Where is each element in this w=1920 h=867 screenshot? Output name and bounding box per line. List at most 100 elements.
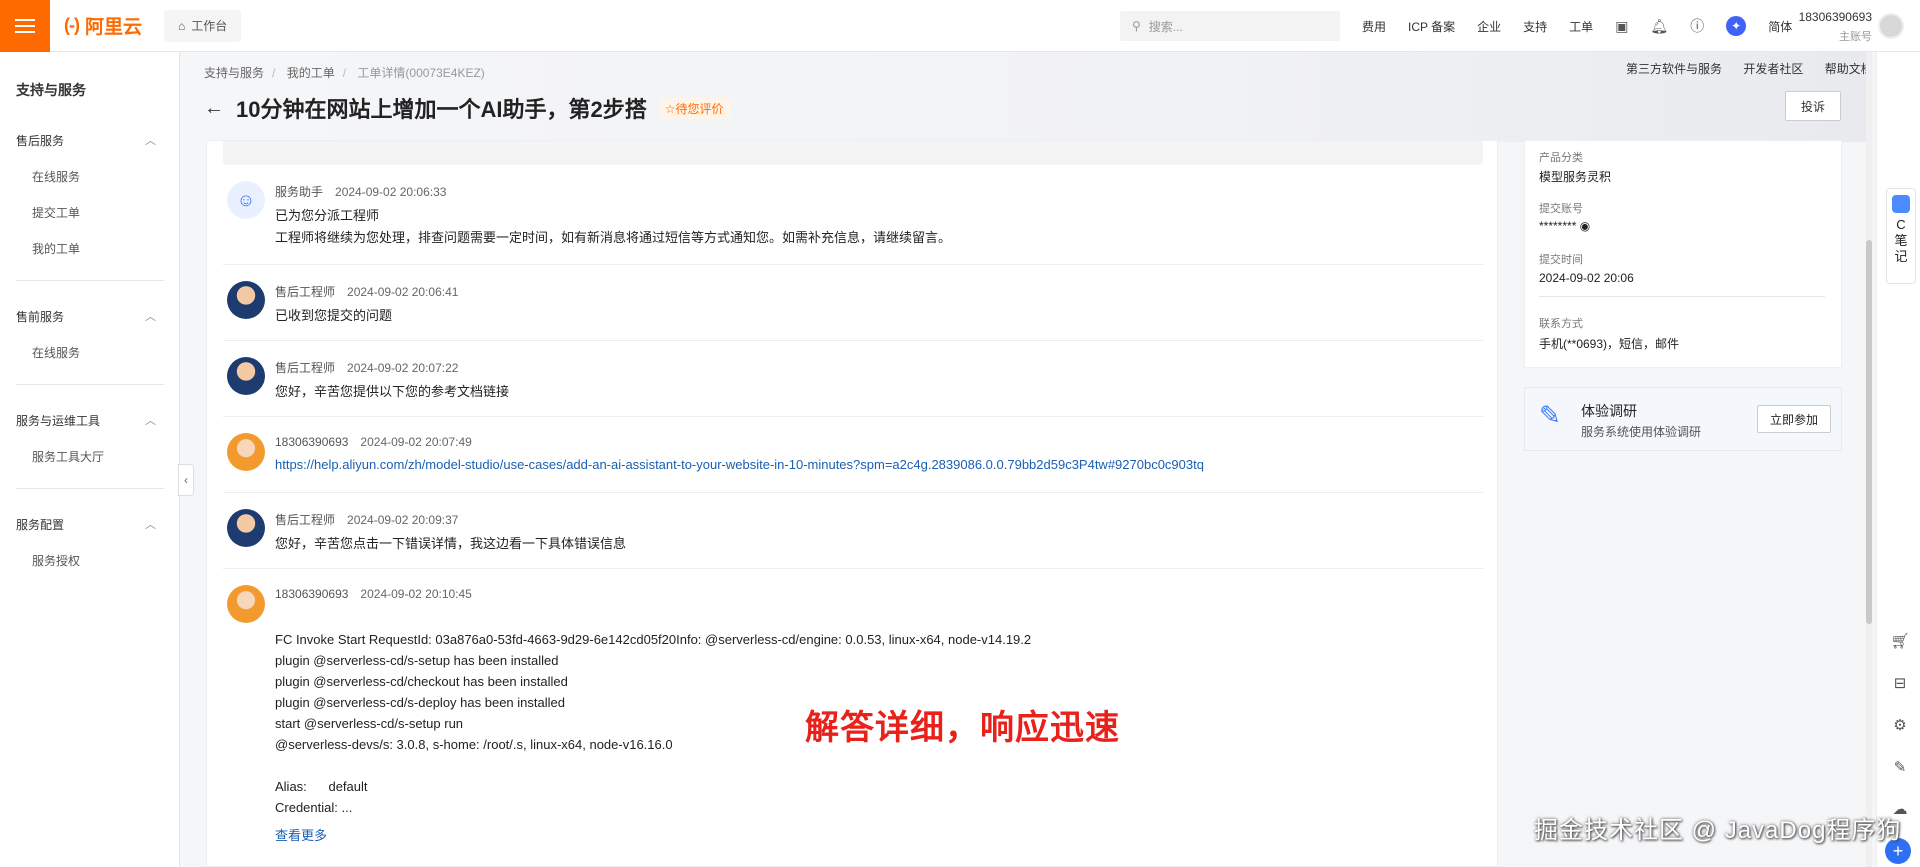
contact-label: 联系方式 (1539, 318, 1583, 330)
language-switch[interactable]: 简体 (1768, 18, 1792, 35)
top-link-support[interactable]: 支持 (1523, 18, 1547, 35)
devices-icon[interactable]: ⊟ (1888, 671, 1912, 695)
masked-account: ******** (1539, 219, 1577, 233)
notes-tab-char: C (1896, 217, 1906, 232)
sidebar-group-after-sales[interactable]: 售后服务 ︿ (16, 132, 156, 149)
top-link-tickets[interactable]: 工单 (1569, 18, 1593, 35)
message-meta: 售后工程师 2024-09-02 20:09:37 (275, 511, 458, 528)
log-line: Alias: default (275, 779, 368, 794)
edit-icon[interactable]: ✎ (1888, 755, 1912, 779)
message-list-top (223, 141, 1483, 165)
sidebar-collapse-button[interactable]: ‹ (178, 464, 194, 496)
top-icons: ▣ 🔔︎ ⓘ ✦ 简体 (1615, 16, 1814, 36)
divider (1539, 296, 1825, 297)
sidebar-group-pre-sales[interactable]: 售前服务 ︿ (16, 308, 156, 325)
product-label: 产品分类 (1539, 152, 1583, 164)
survey-icon: ✎ (1539, 400, 1561, 430)
page-title-row: ← 10分钟在网站上增加一个AI助手，第2步搭 ☆待您评价 (204, 92, 730, 124)
breadcrumb-support[interactable]: 支持与服务 (204, 66, 264, 80)
sidebar-group-label: 服务配置 (16, 518, 65, 532)
log-line: FC Invoke Start RequestId: 03a876a0-53fd… (275, 632, 1032, 647)
workbench-button[interactable]: ⌂ 工作台 (164, 9, 242, 42)
terminal-icon[interactable]: ▣ (1615, 18, 1628, 35)
sidebar-group-label: 售前服务 (16, 310, 65, 324)
back-arrow-icon[interactable]: ← (204, 97, 224, 120)
sidebar-group-ops-tools[interactable]: 服务与运维工具 ︿ (16, 412, 156, 429)
sidebar-item-authorization[interactable]: 服务授权 (32, 552, 80, 569)
notes-icon (1892, 195, 1910, 213)
breadcrumb: 支持与服务 / 我的工单 / 工单详情(00073E4KEZ) (204, 66, 485, 80)
log-line: start @serverless-cd/s-setup run (275, 716, 464, 731)
hamburger-icon (15, 18, 35, 33)
avatar[interactable] (1878, 13, 1904, 39)
sidebar-item-submit-ticket[interactable]: 提交工单 (32, 204, 80, 221)
message-meta: 18306390693 2024-09-02 20:07:49 (275, 435, 472, 449)
log-line: Credential: ... (275, 800, 353, 815)
bell-icon[interactable]: 🔔︎ (1650, 18, 1668, 35)
message-text: 已为您分派工程师 (275, 208, 380, 223)
message-text: 您好，辛苦您点击一下错误详情，我这边看一下具体错误信息 (275, 536, 627, 551)
top-link-enterprise[interactable]: 企业 (1477, 18, 1501, 35)
join-survey-button[interactable]: 立即参加 (1757, 405, 1831, 433)
message-time: 2024-09-02 20:06:41 (347, 285, 459, 299)
brand-logo[interactable]: (-) 阿里云 (64, 12, 142, 39)
message-author: 售后工程师 (275, 513, 336, 527)
list-item: 售后工程师 2024-09-02 20:06:41 已收到您提交的问题 (223, 281, 1483, 341)
sidebar-item-my-tickets[interactable]: 我的工单 (32, 240, 80, 257)
survey-title: 体验调研 (1581, 403, 1637, 419)
ai-assistant-icon[interactable]: ✦ (1726, 16, 1747, 36)
doc-link[interactable]: https://help.aliyun.com/zh/model-studio/… (275, 457, 1204, 472)
sidebar-group-label: 售后服务 (16, 134, 65, 148)
bot-avatar-icon: ☺ (227, 181, 265, 219)
search-icon: ⚲ (1132, 19, 1141, 33)
message-text: 工程师将继续为您处理，排查问题需要一定时间，如有新消息将通过短信等方式通知您。如… (275, 230, 952, 245)
search-placeholder: 搜索... (1148, 19, 1183, 34)
account-number: 18306390693 (1798, 10, 1872, 24)
notes-tab-char: 笔 (1894, 233, 1908, 248)
chevron-left-icon: ‹ (184, 473, 188, 487)
search-input[interactable]: ⚲ 搜索... (1120, 11, 1340, 41)
survey-subtitle: 服务系统使用体验调研 (1581, 425, 1702, 439)
log-line: plugin @serverless-cd/checkout has been … (275, 674, 568, 689)
link-third-party[interactable]: 第三方软件与服务 (1626, 62, 1722, 76)
complain-button[interactable]: 投诉 (1785, 91, 1841, 121)
engineer-avatar (227, 281, 265, 319)
account-role: 主账号 (1839, 31, 1872, 43)
menu-button[interactable] (0, 0, 50, 52)
top-link-icp[interactable]: ICP 备案 (1408, 18, 1455, 35)
scrollbar-thumb[interactable] (1866, 240, 1872, 624)
sidebar-item-online-service[interactable]: 在线服务 (32, 168, 80, 185)
cart-icon[interactable]: 🛒︎ (1888, 629, 1912, 653)
message-time: 2024-09-02 20:07:22 (347, 361, 459, 375)
account-info[interactable]: 18306390693 主账号 (1798, 10, 1872, 44)
message-author: 售后工程师 (275, 285, 336, 299)
engineer-avatar (227, 357, 265, 395)
contact-value: 手机(**0693)，短信，邮件 (1539, 337, 1680, 351)
message-meta: 18306390693 2024-09-02 20:10:45 (275, 587, 472, 601)
product-value: 模型服务灵积 (1539, 170, 1612, 184)
chevron-up-icon: ︿ (145, 519, 156, 531)
status-badge[interactable]: ☆待您评价 (658, 97, 730, 119)
link-dev-community[interactable]: 开发者社区 (1743, 62, 1803, 76)
header-links: 第三方软件与服务 开发者社区 帮助文档 (1608, 60, 1873, 77)
time-value: 2024-09-02 20:06 (1539, 271, 1634, 285)
notes-tab[interactable]: C 笔 记 (1886, 188, 1916, 284)
divider (16, 488, 164, 489)
eye-icon[interactable]: ◉ (1580, 219, 1590, 233)
log-line: plugin @serverless-cd/s-deploy has been … (275, 695, 565, 710)
sidebar-item-tools-hall[interactable]: 服务工具大厅 (32, 448, 104, 465)
message-time: 2024-09-02 20:06:33 (335, 185, 447, 199)
account-value: ******** ◉ (1539, 219, 1590, 233)
show-more-link[interactable]: 查看更多 (275, 825, 327, 844)
gear-icon[interactable]: ⚙ (1888, 713, 1912, 737)
message-author: 售后工程师 (275, 361, 336, 375)
message-text: 已收到您提交的问题 (275, 308, 393, 323)
help-icon[interactable]: ⓘ (1690, 16, 1704, 36)
sidebar-group-service-config[interactable]: 服务配置 ︿ (16, 516, 156, 533)
breadcrumb-my-tickets[interactable]: 我的工单 (287, 66, 335, 80)
sidebar-item-pre-sales-online[interactable]: 在线服务 (32, 344, 80, 361)
message-meta: 售后工程师 2024-09-02 20:06:41 (275, 283, 458, 300)
top-link-fees[interactable]: 费用 (1362, 18, 1386, 35)
log-line: @serverless-devs/s: 3.0.8, s-home: /root… (275, 737, 673, 752)
sidebar-title: 支持与服务 (16, 82, 86, 98)
